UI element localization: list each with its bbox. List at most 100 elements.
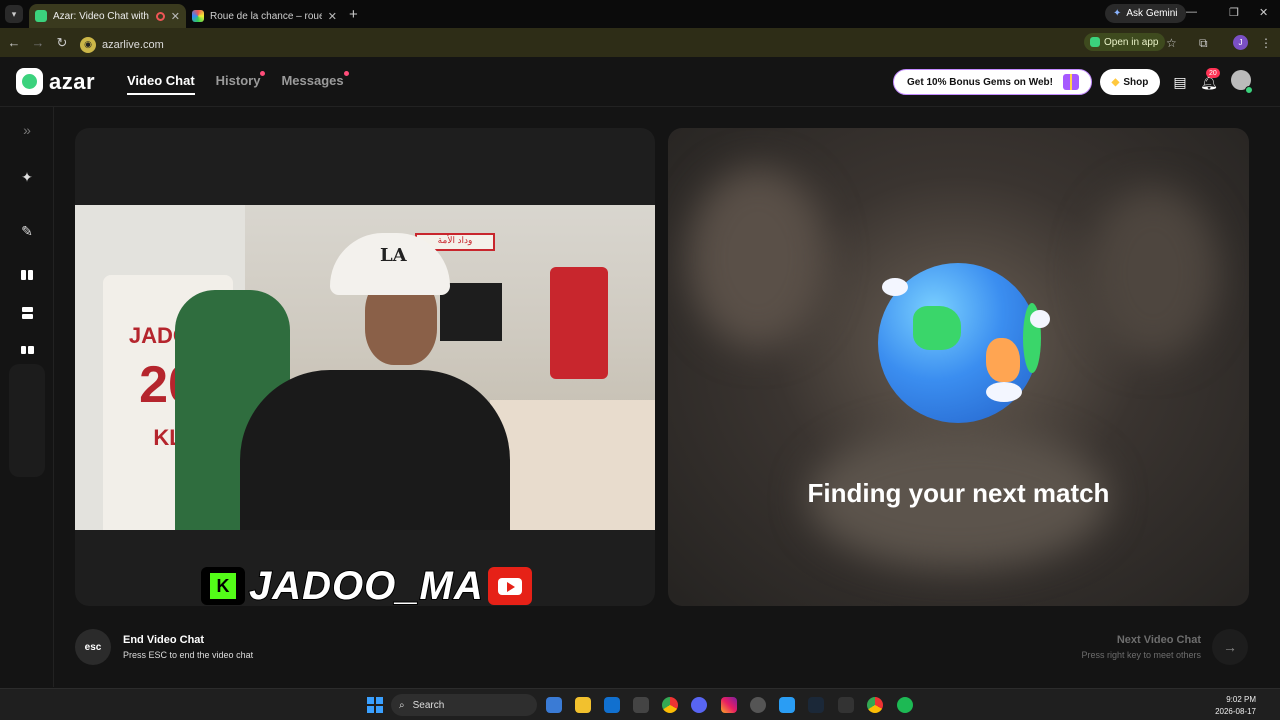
layout-stacked-icon[interactable]: [9, 295, 45, 331]
outlook-icon[interactable]: [604, 697, 620, 713]
television: [440, 283, 502, 341]
omnibox[interactable]: ◉ azarlive.com: [80, 33, 1190, 56]
close-window-icon[interactable]: ✕: [1259, 6, 1268, 19]
gemini-sparkle-icon: ✦: [1113, 8, 1122, 19]
end-chat-title: End Video Chat: [123, 634, 205, 646]
windows-start-icon[interactable]: [367, 697, 383, 713]
url-text[interactable]: azarlive.com: [102, 39, 164, 51]
extensions-icon[interactable]: ⧉: [1199, 36, 1208, 51]
app-icon[interactable]: [779, 697, 795, 713]
globe-land: [913, 306, 961, 350]
bookmark-star-icon[interactable]: ☆: [1166, 36, 1177, 50]
taskbar-clock[interactable]: 9:02 PM 2026-08-17: [1215, 694, 1256, 718]
person-jacket: [240, 370, 510, 530]
finding-match-text: Finding your next match: [807, 478, 1110, 508]
bonus-gems-promo-button[interactable]: Get 10% Bonus Gems on Web!: [893, 69, 1092, 95]
wheel-favicon-icon: [192, 10, 204, 22]
tab-search-icon[interactable]: ▾: [5, 5, 23, 23]
search-icon: ⌕: [399, 699, 405, 711]
app-icon[interactable]: [750, 697, 766, 713]
nav-messages[interactable]: Messages: [281, 71, 349, 88]
globe-land: [986, 338, 1020, 382]
taskbar-search-label: Search: [412, 699, 445, 711]
gift-icon: [1062, 74, 1079, 90]
gallery-icon[interactable]: [546, 697, 562, 713]
close-tab-icon[interactable]: ✕: [171, 10, 180, 23]
tab-azar[interactable]: Azar: Video Chat with New ✕: [29, 4, 186, 28]
magic-wand-icon[interactable]: ✦: [9, 159, 45, 195]
layout-group: [9, 364, 45, 477]
spotify-icon[interactable]: [897, 697, 913, 713]
app-icon[interactable]: [838, 697, 854, 713]
globe-cloud: [986, 382, 1022, 402]
tab-roue[interactable]: Roue de la chance – roue aléatoire ✕: [186, 4, 343, 28]
taskbar-search[interactable]: ⌕ Search: [391, 694, 537, 716]
chrome-active-icon[interactable]: [867, 697, 883, 713]
close-tab-icon[interactable]: ✕: [328, 10, 337, 23]
clock-date: 2026-08-17: [1215, 707, 1256, 716]
discord-icon[interactable]: [691, 697, 707, 713]
bed: [490, 400, 655, 530]
shop-button[interactable]: ◆ Shop: [1100, 69, 1160, 95]
browser-tab-bar: ▾ Azar: Video Chat with New ✕ Roue de la…: [0, 0, 1280, 28]
clock-time: 9:02 PM: [1226, 695, 1256, 704]
recording-icon: [155, 11, 165, 21]
site-header: azar Video Chat History Messages Get 10%…: [0, 57, 1280, 107]
new-tab-button[interactable]: +: [349, 6, 358, 23]
site-info-icon[interactable]: ◉: [80, 36, 96, 53]
globe-cloud: [1030, 310, 1050, 328]
store-icon[interactable]: [633, 697, 649, 713]
azar-logo-icon: [16, 68, 43, 95]
azar-favicon-icon: [35, 10, 47, 22]
restore-icon[interactable]: ❐: [1229, 6, 1239, 19]
nav-history[interactable]: History: [215, 71, 266, 88]
nav-history-label: History: [215, 73, 261, 88]
end-chat-button[interactable]: esc: [75, 629, 111, 665]
streamer-overlay: K JADOO_MA: [201, 565, 532, 606]
red-jersey: [550, 267, 608, 379]
blurred-background: [1088, 188, 1218, 358]
next-chat-hint: Press right key to meet others: [1081, 650, 1201, 660]
chrome-icon[interactable]: [662, 697, 678, 713]
my-webcam-video: JADOO 20 KL وداد الأمة LA: [75, 205, 655, 530]
minimize-icon[interactable]: —: [1186, 6, 1197, 18]
edit-filter-icon[interactable]: ✎: [9, 213, 45, 249]
layout-side-by-side-icon[interactable]: [9, 257, 45, 293]
promo-label: Get 10% Bonus Gems on Web!: [907, 76, 1053, 88]
browser-menu-icon[interactable]: ⋮: [1260, 36, 1272, 50]
inbox-icon[interactable]: ▤: [1170, 72, 1190, 92]
tab-title: Azar: Video Chat with New: [53, 10, 150, 22]
blurred-background: [688, 168, 828, 348]
layout-grid-icon[interactable]: [9, 332, 45, 368]
notification-badge: 20: [1206, 68, 1220, 78]
reload-icon[interactable]: ↻: [50, 35, 74, 51]
tab-title: Roue de la chance – roue aléatoire: [210, 10, 322, 22]
partner-video-panel: Finding your next match: [668, 128, 1249, 606]
history-dot-icon: [260, 71, 266, 76]
file-explorer-icon[interactable]: [575, 697, 591, 713]
azar-app-icon: [1090, 37, 1100, 47]
steam-icon[interactable]: [808, 697, 824, 713]
open-in-app-button[interactable]: Open in app: [1084, 33, 1165, 51]
youtube-icon: [487, 567, 532, 605]
messages-dot-icon: [343, 71, 349, 76]
shop-label: Shop: [1123, 76, 1149, 88]
expand-sidebar-icon[interactable]: »: [9, 112, 45, 148]
instagram-icon[interactable]: [721, 697, 737, 713]
end-chat-hint: Press ESC to end the video chat: [123, 650, 254, 660]
azar-logo[interactable]: azar: [16, 68, 95, 95]
cap-logo: LA: [380, 245, 407, 266]
nav-messages-label: Messages: [281, 73, 344, 88]
globe-cloud: [882, 278, 908, 296]
online-status-icon: [1245, 86, 1253, 94]
windows-taskbar: ⌕ Search 9:02 PM 2026-08-17: [0, 688, 1280, 720]
forward-icon[interactable]: →: [26, 35, 50, 50]
nav-video-chat[interactable]: Video Chat: [127, 73, 195, 95]
ask-gemini-label: Ask Gemini: [1126, 8, 1178, 19]
profile-avatar[interactable]: J: [1233, 35, 1248, 50]
next-chat-button[interactable]: →: [1212, 629, 1248, 665]
next-chat-title: Next Video Chat: [1116, 634, 1201, 646]
back-icon[interactable]: ←: [2, 35, 26, 50]
ask-gemini-button[interactable]: ✦ Ask Gemini: [1105, 4, 1186, 23]
logo-text: azar: [49, 68, 96, 94]
